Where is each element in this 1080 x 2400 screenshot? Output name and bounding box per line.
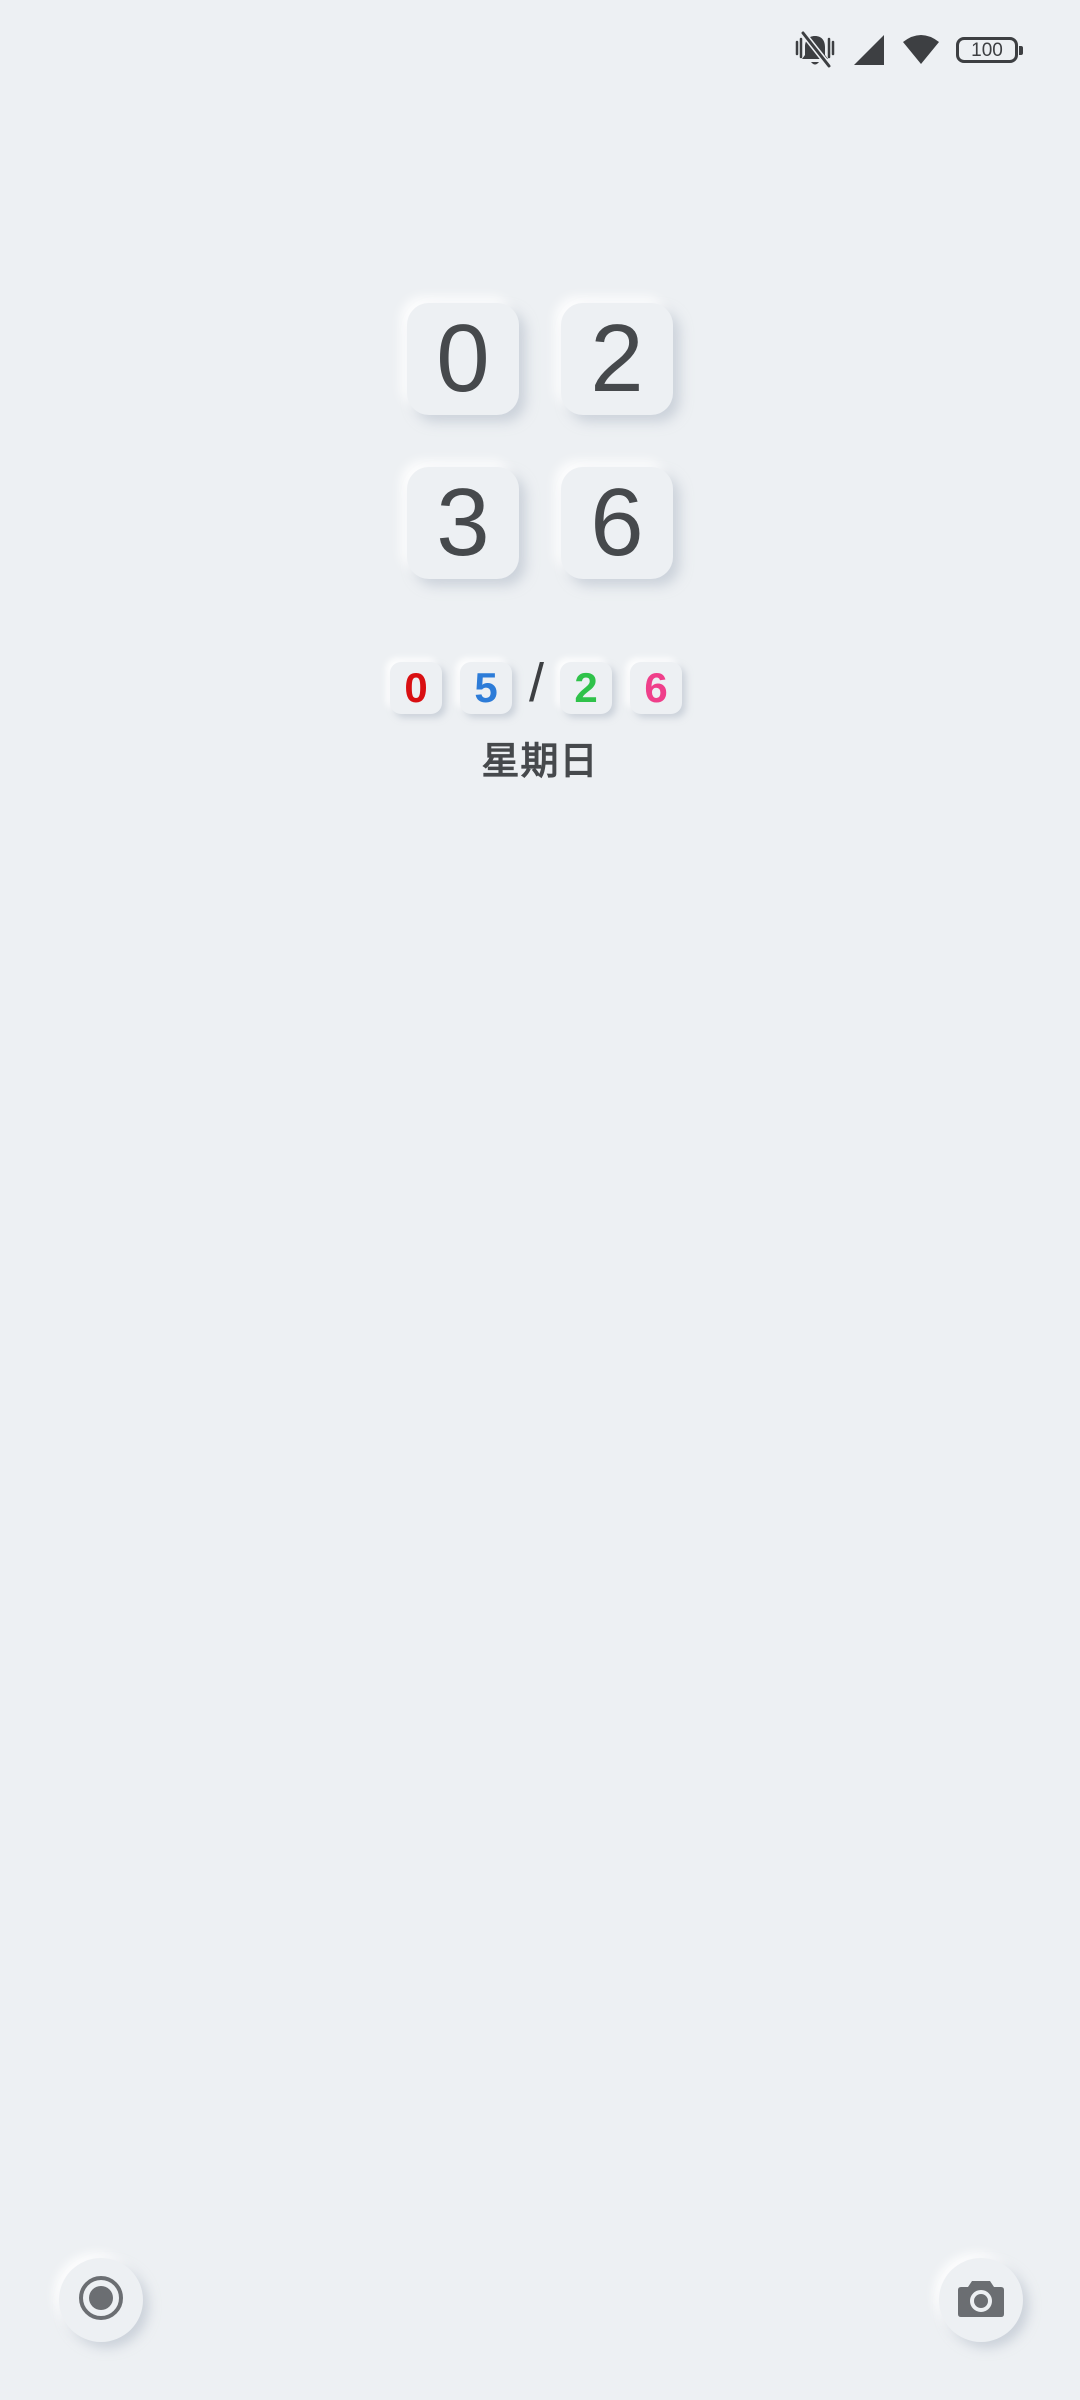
month-tens-digit: 0 [390,662,442,714]
lock-screen: 100 0 2 3 6 0 5 / 2 6 星期日 [0,0,1080,2400]
date-display: 0 5 / 2 6 [390,656,690,718]
hour-tens-digit: 0 [407,303,519,415]
camera-shortcut-button[interactable] [939,2258,1023,2342]
minute-ones-digit: 6 [561,467,673,579]
cellular-signal-icon [852,33,886,67]
record-shortcut-button[interactable] [59,2258,143,2342]
month-ones-digit: 5 [460,662,512,714]
date-separator: / [529,653,545,713]
day-tens-digit: 2 [560,662,612,714]
status-bar: 100 [794,28,1023,72]
camera-icon [956,2277,1006,2324]
clock-hours: 0 2 [407,303,673,415]
battery-level: 100 [971,39,1003,61]
battery-icon: 100 [956,37,1023,63]
hour-ones-digit: 2 [561,303,673,415]
minute-tens-digit: 3 [407,467,519,579]
day-ones-digit: 6 [630,662,682,714]
record-icon [77,2274,125,2327]
weekday-label: 星期日 [481,739,599,783]
vibrate-silent-icon [794,30,836,70]
clock-widget: 0 2 3 6 [407,303,673,631]
wifi-icon [902,34,940,66]
clock-minutes: 3 6 [407,467,673,579]
